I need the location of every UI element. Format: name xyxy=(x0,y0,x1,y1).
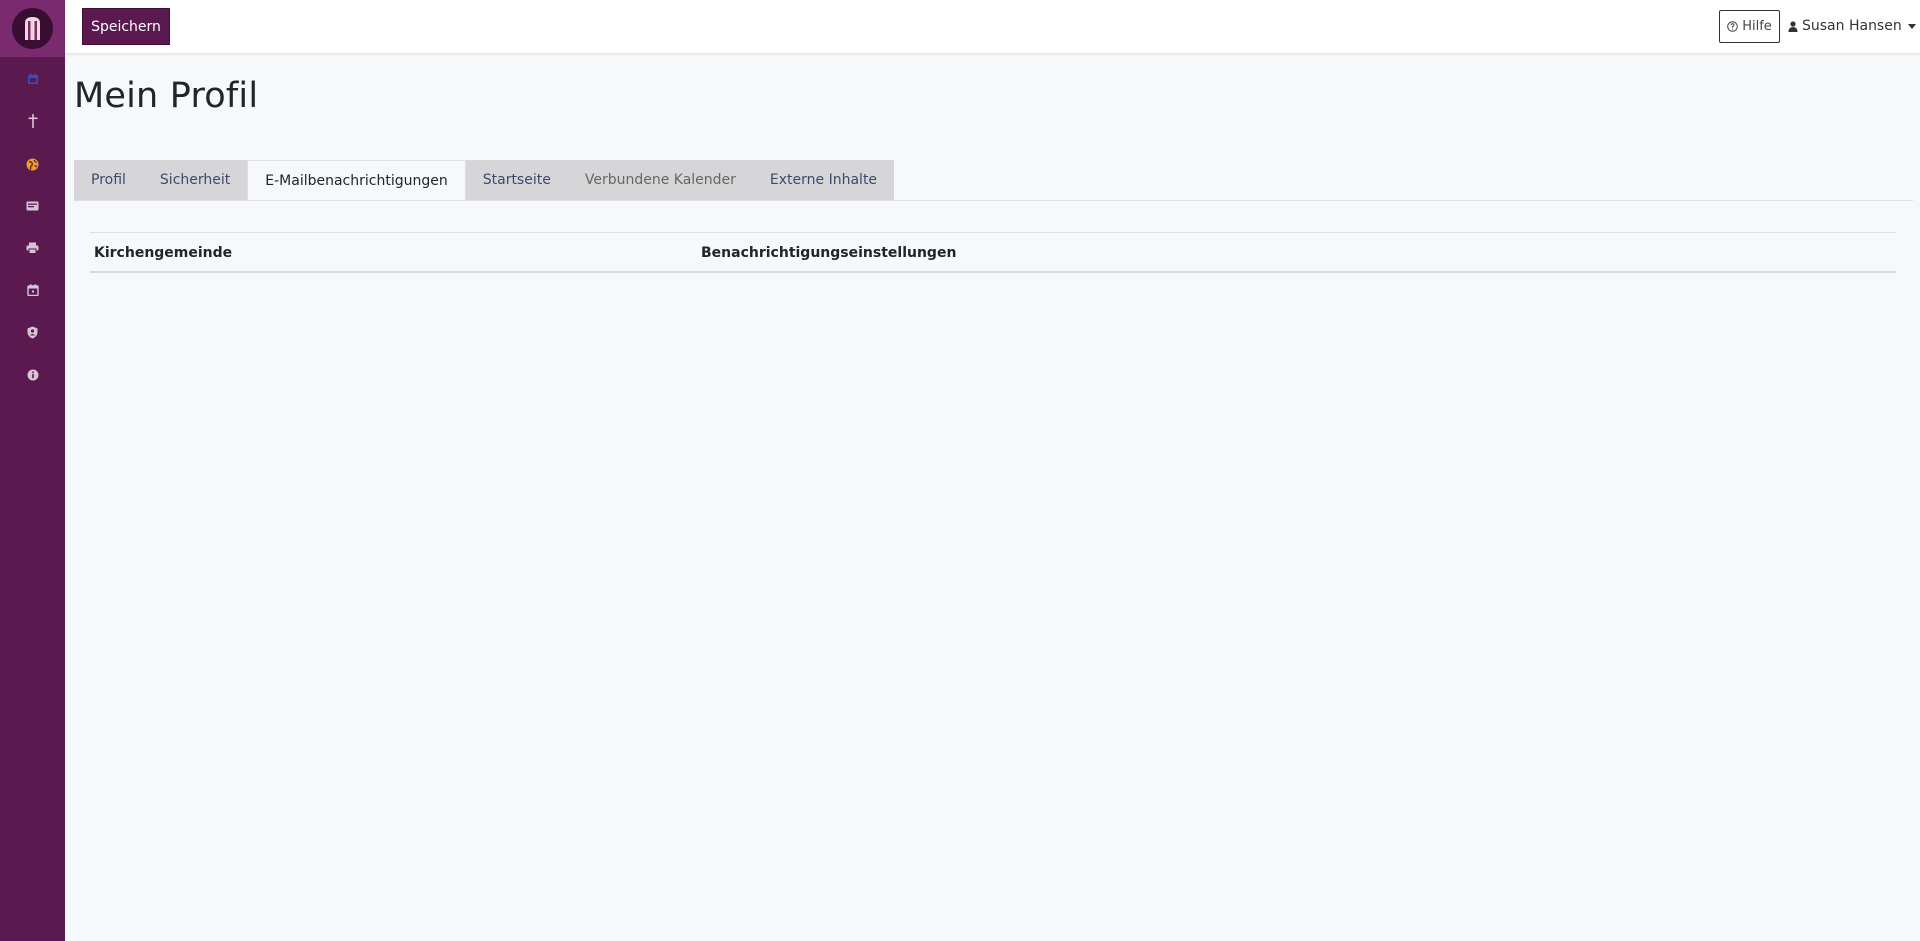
caret-down-icon xyxy=(1907,23,1916,29)
sidebar xyxy=(0,0,65,941)
tab-connected-calendars[interactable]: Verbundene Kalender xyxy=(567,160,753,200)
column-header-parish: Kirchengemeinde xyxy=(94,245,233,261)
profile-tabs: Profil Sicherheit E-Mailbenachrichtigung… xyxy=(74,160,895,200)
column-header-notification-settings: Benachrichtigungseinstellungen xyxy=(701,245,957,261)
help-label: Hilfe xyxy=(1742,19,1772,34)
tab-email-notifications[interactable]: E-Mailbenachrichtigungen xyxy=(247,160,466,200)
question-circle-icon xyxy=(1727,21,1739,32)
user-name: Susan Hansen xyxy=(1802,18,1902,34)
tab-sicherheit[interactable]: Sicherheit xyxy=(142,160,248,200)
nav-globe-icon[interactable] xyxy=(0,149,65,179)
tab-external-content[interactable]: Externe Inhalte xyxy=(752,160,895,200)
nav-printer-icon[interactable] xyxy=(0,233,65,263)
app-logo[interactable] xyxy=(12,8,53,49)
help-button[interactable]: Hilfe xyxy=(1719,10,1780,43)
nav-info-icon[interactable] xyxy=(0,360,65,390)
nav-card-icon[interactable] xyxy=(0,191,65,221)
nav-calendar-icon[interactable] xyxy=(0,64,65,94)
page-title: Mein Profil xyxy=(74,76,259,116)
user-menu-toggle[interactable]: Susan Hansen xyxy=(1788,16,1916,36)
save-button[interactable]: Speichern xyxy=(82,8,170,45)
user-icon xyxy=(1788,20,1798,32)
nav-user-shield-icon[interactable] xyxy=(0,317,65,347)
logo-box[interactable] xyxy=(0,0,65,57)
tabs-divider xyxy=(74,200,1913,201)
tab-startseite[interactable]: Startseite xyxy=(465,160,568,200)
top-bar: Speichern Hilfe Susan Hansen xyxy=(65,0,1920,53)
tab-profil[interactable]: Profil xyxy=(74,160,143,200)
nav-cross-icon[interactable] xyxy=(0,106,65,136)
notification-table: Kirchengemeinde Benachrichtigungseinstel… xyxy=(90,232,1896,273)
nav-calendar-day-icon[interactable] xyxy=(0,275,65,305)
